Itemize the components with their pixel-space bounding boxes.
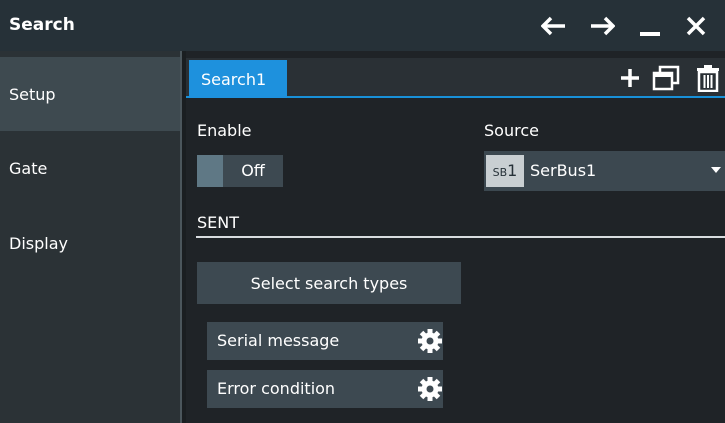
enable-label: Enable [197,121,252,140]
section-title: SENT [197,213,240,232]
sidebar-item-display[interactable]: Display [0,206,180,280]
sidebar-item-label: Gate [9,158,48,178]
serbus-badge: SB 1 [486,155,524,187]
search-type-label: Error condition [217,379,336,398]
source-select[interactable]: SB 1 SerBus1 [484,151,725,191]
sidebar-item-gate[interactable]: Gate [0,131,180,205]
add-icon[interactable] [614,60,646,96]
sidebar-item-label: Display [9,233,68,253]
badge-number: 1 [507,161,518,180]
gear-icon[interactable] [417,328,443,354]
section-divider [196,236,725,238]
search-type-serial-message[interactable]: Serial message [207,322,443,360]
panel-divider[interactable] [180,51,186,423]
sidebar: Setup Gate Display [0,51,180,423]
tab-search1[interactable]: Search1 [189,60,287,98]
sidebar-item-setup[interactable]: Setup [0,57,180,131]
minimize-icon[interactable] [632,0,668,51]
source-value: SerBus1 [530,161,597,180]
copy-icon[interactable] [650,60,682,96]
sidebar-item-label: Setup [9,84,56,104]
delete-icon[interactable] [692,60,724,96]
tab-label: Search1 [201,69,267,89]
enable-toggle[interactable]: Off [197,155,283,187]
badge-prefix: SB [492,166,508,179]
close-icon[interactable] [678,0,714,51]
toggle-state: Off [241,161,265,180]
back-arrow-icon[interactable] [536,0,572,51]
button-label: Select search types [250,273,408,293]
source-label: Source [484,121,539,140]
toggle-knob [197,155,223,187]
forward-arrow-icon[interactable] [584,0,620,51]
title-bar: Search [0,0,725,51]
select-search-types-button[interactable]: Select search types [197,262,461,304]
gear-icon[interactable] [417,376,443,402]
window-title: Search [9,15,75,35]
search-type-label: Serial message [217,331,340,350]
search-type-error-condition[interactable]: Error condition [207,370,443,408]
tab-bar: Search1 [186,58,725,98]
chevron-down-icon [711,167,721,173]
